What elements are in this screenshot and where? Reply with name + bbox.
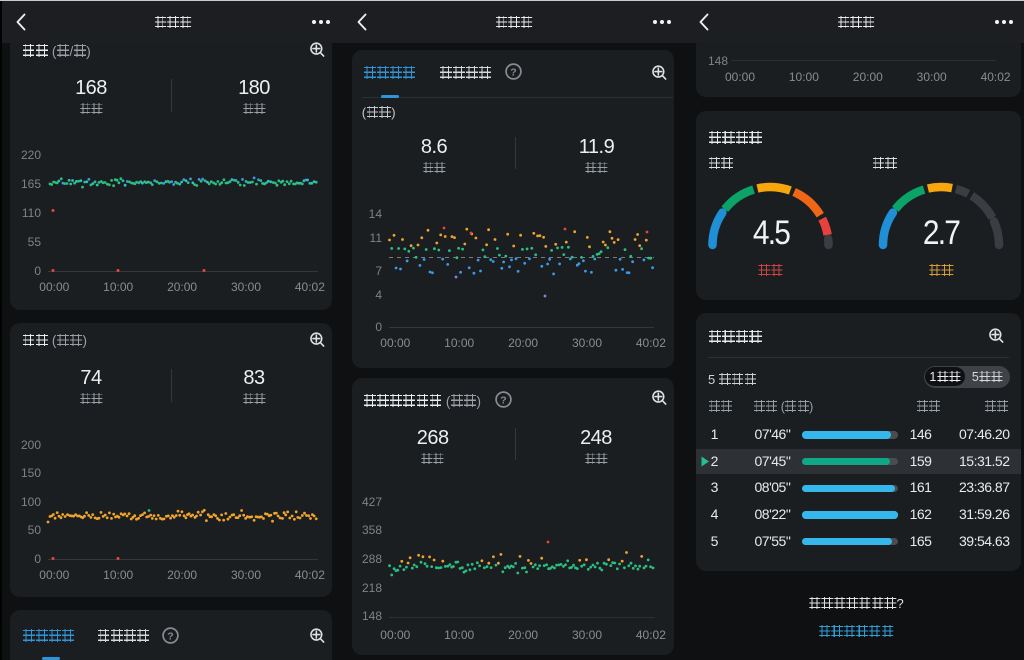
svg-text:?: ? [167,631,173,643]
svg-text:?: ? [510,67,516,79]
svg-text:?: ? [500,394,506,406]
